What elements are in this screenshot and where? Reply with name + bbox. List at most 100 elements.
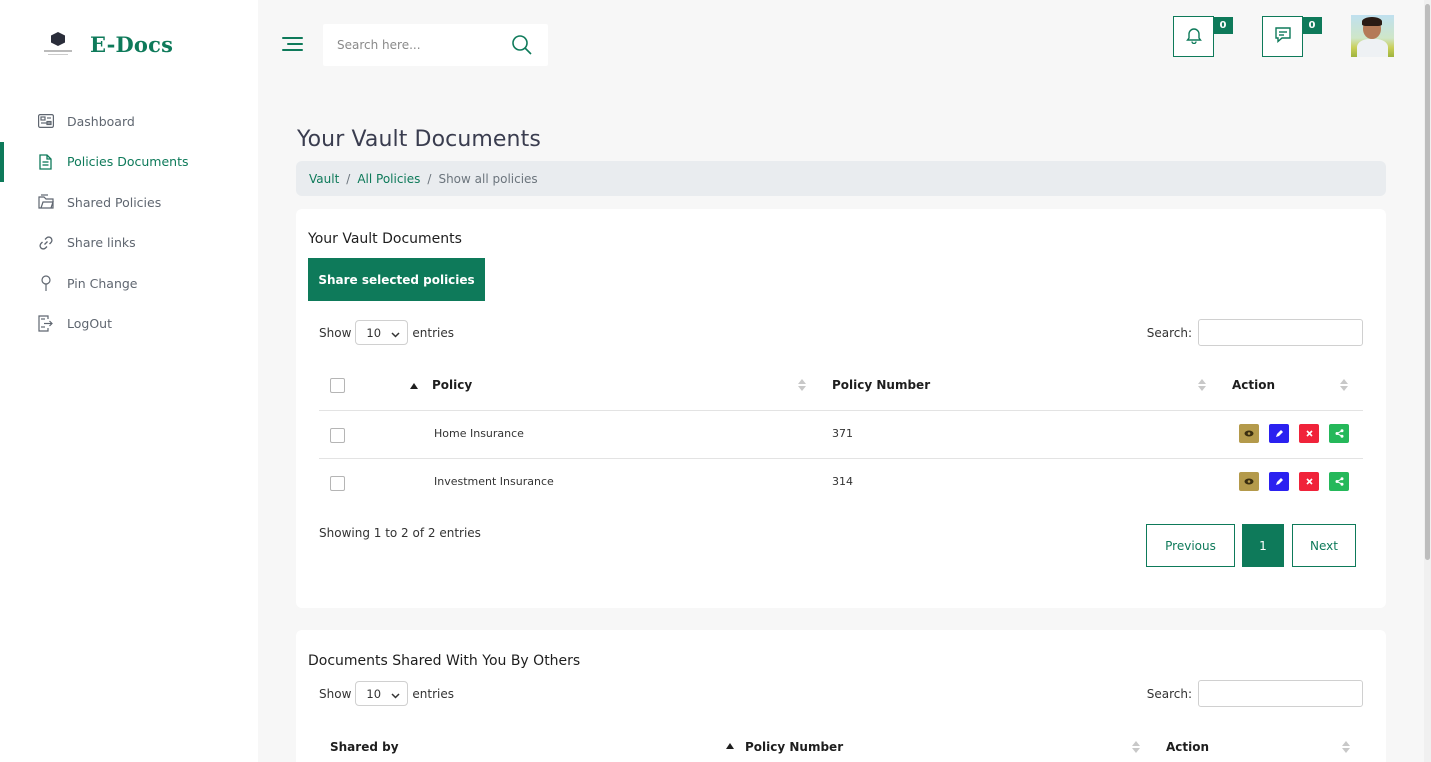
breadcrumb-separator: / (427, 171, 432, 186)
hamburger-icon (282, 37, 303, 39)
table-header: Policy Policy Number Action (319, 361, 1363, 409)
brand[interactable]: E-Docs (44, 28, 173, 60)
table-search: Search: (1147, 319, 1363, 346)
header-search (323, 24, 548, 66)
card-title: Documents Shared With You By Others (308, 653, 581, 669)
chevron-down-icon (391, 689, 400, 699)
delete-button[interactable] (1299, 424, 1319, 443)
vault-documents-card: Your Vault Documents Share selected poli… (296, 209, 1386, 608)
sidebar-item-policies-documents[interactable]: Policies Documents (0, 141, 258, 183)
sidebar-item-label: Policies Documents (67, 154, 189, 170)
page-title: Your Vault Documents (297, 127, 541, 152)
search-label: Search: (1146, 325, 1192, 340)
view-button[interactable] (1239, 424, 1259, 443)
breadcrumb-current: Show all policies (438, 171, 538, 186)
page-scrollbar[interactable] (1424, 0, 1431, 762)
policy-number-cell: 371 (832, 427, 853, 440)
chevron-down-icon (391, 328, 400, 338)
sidebar-nav: Dashboard Policies Documents Shared Poli… (0, 101, 258, 344)
eye-icon (1244, 478, 1254, 485)
sidebar-item-label: Pin Change (67, 275, 138, 291)
sidebar-item-shared-policies[interactable]: Shared Policies (0, 182, 258, 223)
sidebar-item-label: Share links (67, 235, 136, 251)
row-checkbox[interactable] (330, 476, 345, 491)
next-page-button[interactable]: Next (1292, 524, 1356, 567)
sidebar-item-dashboard[interactable]: Dashboard (0, 101, 258, 142)
share-button[interactable] (1329, 472, 1349, 491)
notifications-badge: 0 (1213, 17, 1233, 34)
sidebar-item-pin-change[interactable]: Pin Change (0, 263, 258, 304)
header-divider (319, 410, 1363, 411)
column-header-action[interactable]: Action (1166, 735, 1350, 759)
share-icon (1335, 429, 1343, 438)
column-header-action[interactable]: Action (1232, 361, 1350, 409)
sidebar-item-share-links[interactable]: Share links (0, 223, 258, 264)
logout-icon (37, 315, 54, 332)
policy-cell: Investment Insurance (434, 475, 554, 488)
messages-button[interactable] (1262, 16, 1303, 57)
table-info: Showing 1 to 2 of 2 entries (319, 526, 481, 540)
select-all-checkbox[interactable] (330, 377, 345, 393)
sidebar-item-label: LogOut (67, 316, 112, 332)
column-header-policy-number[interactable]: Policy Number (726, 735, 1140, 759)
bell-icon (1185, 26, 1203, 48)
notifications-button[interactable] (1173, 16, 1214, 57)
scrollbar-thumb[interactable] (1425, 4, 1430, 560)
shared-documents-card: Documents Shared With You By Others Show… (296, 630, 1386, 762)
edit-button[interactable] (1269, 472, 1289, 491)
show-label: Show (319, 325, 352, 340)
avatar[interactable] (1351, 15, 1394, 57)
document-icon (37, 153, 54, 170)
dashboard-icon (37, 113, 54, 130)
messages-badge: 0 (1302, 17, 1322, 34)
sort-asc-icon (410, 378, 418, 392)
edit-button[interactable] (1269, 424, 1289, 443)
policy-cell: Home Insurance (434, 427, 524, 440)
card-title: Your Vault Documents (308, 231, 462, 247)
sidebar: E-Docs Dashboard Policies Documents Shar… (0, 0, 258, 762)
pencil-icon (1275, 478, 1283, 485)
delete-button[interactable] (1299, 472, 1319, 491)
search-input[interactable] (337, 35, 507, 55)
select-all-cell (330, 361, 345, 409)
sort-icon (1198, 379, 1206, 391)
sort-icon (798, 379, 806, 391)
sidebar-item-label: Dashboard (67, 113, 135, 129)
entries-label: entries (412, 325, 454, 340)
sort-asc-icon (726, 738, 734, 752)
page-length-select[interactable]: 10 (355, 681, 409, 706)
entries-label: entries (412, 686, 454, 701)
breadcrumb-all-policies[interactable]: All Policies (357, 172, 420, 186)
menu-toggle-button[interactable] (282, 34, 303, 54)
table-search-input[interactable] (1198, 319, 1363, 346)
table-search-input[interactable] (1198, 680, 1363, 707)
breadcrumb-separator: / (346, 171, 351, 186)
page-length-select[interactable]: 10 (355, 320, 409, 345)
previous-page-button[interactable]: Previous (1146, 524, 1235, 567)
brand-name: E-Docs (90, 31, 174, 57)
column-header-shared-by[interactable]: Shared by (330, 735, 720, 759)
view-button[interactable] (1239, 472, 1259, 491)
table-header: Shared by Policy Number Action (319, 735, 1363, 759)
column-header-policy-number[interactable]: Policy Number (832, 361, 1206, 409)
share-selected-button[interactable]: Share selected policies (308, 258, 485, 301)
breadcrumb: Vault / All Policies / Show all policies (296, 161, 1386, 196)
sidebar-item-logout[interactable]: LogOut (0, 304, 258, 345)
column-header-policy[interactable]: Policy (410, 361, 806, 409)
eye-icon (1244, 430, 1254, 437)
page-length-control: Show 10 entries (319, 681, 454, 706)
search-icon[interactable] (511, 34, 533, 56)
share-button[interactable] (1329, 424, 1349, 443)
message-icon (1274, 26, 1292, 48)
pencil-icon (1275, 430, 1283, 437)
brand-logo-icon (44, 28, 72, 60)
sidebar-item-label: Shared Policies (67, 194, 162, 210)
sort-icon (1340, 379, 1348, 391)
row-checkbox[interactable] (330, 428, 345, 443)
sort-icon (1342, 741, 1350, 753)
close-icon (1305, 430, 1313, 437)
sort-icon (1132, 741, 1140, 753)
page-1-button[interactable]: 1 (1242, 524, 1284, 567)
show-label: Show (319, 686, 352, 701)
breadcrumb-vault[interactable]: Vault (309, 172, 339, 186)
